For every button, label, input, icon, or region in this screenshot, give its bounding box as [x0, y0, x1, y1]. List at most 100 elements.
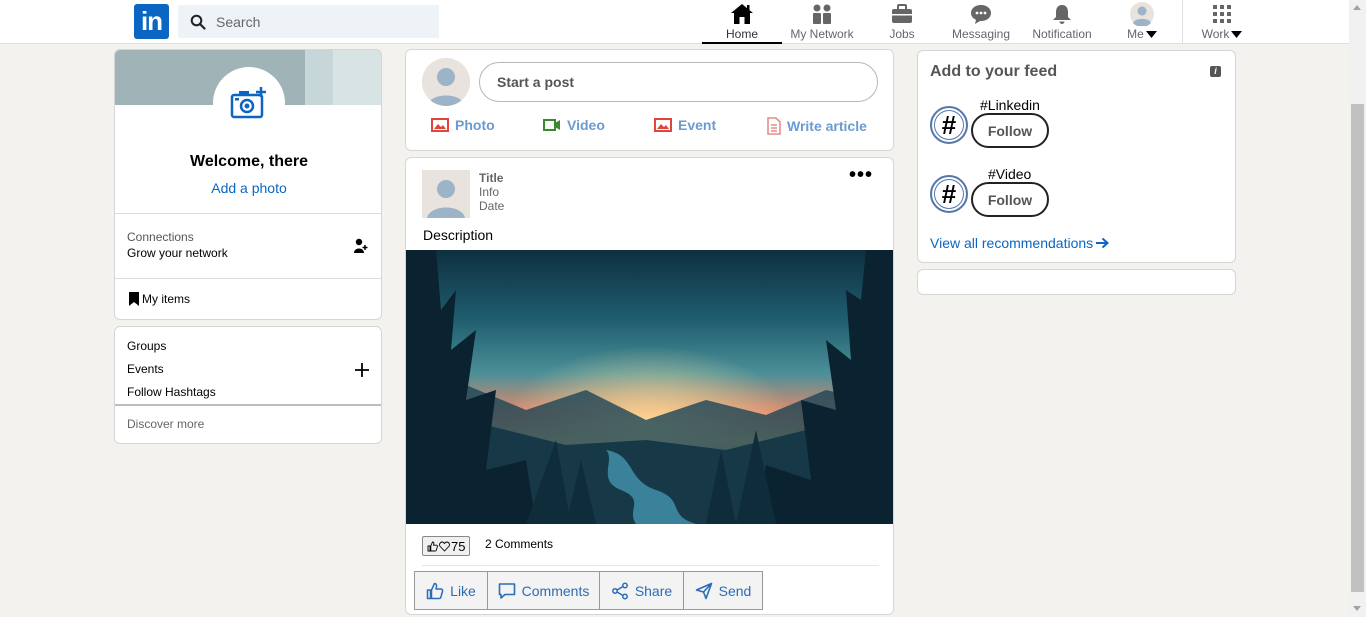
hashtag-name[interactable]: #Linkedin [980, 97, 1040, 113]
divider [115, 278, 381, 279]
divider [422, 565, 879, 566]
search-box[interactable] [178, 5, 439, 38]
nav-my-network-label: My Network [790, 27, 854, 41]
nav-my-network[interactable]: My Network [786, 0, 858, 44]
follow-button[interactable]: Follow [971, 113, 1049, 148]
write-article-action[interactable]: Write article [767, 117, 867, 135]
bookmark-icon [129, 292, 139, 306]
user-avatar [422, 58, 470, 106]
post-card: Title Info Date ••• Description 75 2 Com… [405, 157, 894, 615]
event-action[interactable]: Event [654, 117, 716, 133]
my-items-link[interactable]: My items [129, 292, 190, 306]
send-button[interactable]: Send [683, 571, 763, 610]
message-icon [971, 4, 991, 24]
network-icon [813, 4, 831, 24]
event-label: Event [678, 117, 717, 133]
my-items-label: My items [142, 292, 190, 306]
video-label: Video [567, 117, 605, 133]
caret-down-icon [1145, 30, 1157, 38]
nav-home[interactable]: Home [702, 0, 782, 44]
nav-work-label: Work [1202, 27, 1243, 41]
view-all-recommendations-link[interactable]: View all recommendations [930, 235, 1110, 251]
scroll-down-arrow[interactable] [1353, 606, 1361, 611]
discover-more-link[interactable]: Discover more [127, 417, 204, 431]
hashtag-name[interactable]: #Video [988, 166, 1031, 182]
welcome-text: Welcome, there [190, 153, 308, 170]
reactions-badge[interactable]: 75 [422, 536, 471, 556]
briefcase-icon [892, 3, 912, 23]
send-icon [695, 582, 712, 599]
nav-messaging[interactable]: Messaging [948, 0, 1014, 44]
post-date: Date [479, 199, 505, 213]
page-scrollbar[interactable] [1349, 0, 1366, 617]
event-icon [654, 118, 672, 132]
hashtag-icon: # [930, 106, 968, 144]
secondary-right-card [917, 269, 1236, 295]
nav-notification-label: Notification [1032, 27, 1092, 41]
follow-button[interactable]: Follow [971, 182, 1049, 217]
article-icon [767, 117, 781, 135]
view-all-label: View all recommendations [930, 235, 1094, 251]
avatar-icon [1130, 1, 1154, 26]
nav-jobs[interactable]: Jobs [881, 0, 923, 44]
caret-down-icon [1231, 30, 1243, 38]
photo-icon [431, 118, 449, 132]
camera-plus-icon [230, 87, 266, 119]
feed-title: Add to your feed [930, 63, 1058, 80]
grid-icon [1213, 4, 1231, 23]
nav-work[interactable]: Work [1196, 0, 1248, 44]
hashtag-icon: # [930, 175, 968, 213]
start-post-input[interactable]: Start a post [479, 62, 878, 102]
search-icon [190, 14, 206, 30]
linkedin-logo[interactable]: in [134, 4, 169, 39]
nav-me-label: Me [1127, 27, 1157, 41]
share-button[interactable]: Share [599, 571, 684, 610]
video-action[interactable]: Video [543, 117, 605, 133]
nav-messaging-label: Messaging [951, 27, 1011, 41]
connections-label[interactable]: Connections [127, 230, 194, 244]
comments-button[interactable]: Comments [487, 571, 600, 610]
nav-home-label: Home [725, 27, 758, 41]
post-image[interactable] [406, 250, 893, 524]
divider [115, 404, 381, 406]
scroll-thumb[interactable] [1351, 104, 1364, 592]
likes-count: 75 [451, 538, 466, 554]
nav-me[interactable]: Me [1120, 0, 1164, 44]
comment-icon [498, 582, 515, 599]
add-person-icon[interactable] [354, 238, 368, 254]
post-info: Info [479, 185, 500, 199]
send-label: Send [718, 582, 752, 599]
avatar-icon [422, 58, 470, 106]
follow-hashtags-link[interactable]: Follow Hashtags [127, 385, 216, 399]
bell-icon [1053, 4, 1071, 24]
share-icon [611, 582, 628, 599]
home-icon [731, 3, 753, 24]
post-author-avatar[interactable] [422, 170, 470, 218]
grow-network-text[interactable]: Grow your network [127, 246, 228, 260]
scroll-up-arrow[interactable] [1353, 5, 1361, 10]
divider [115, 213, 381, 214]
like-label: Like [450, 582, 476, 599]
arrow-right-icon [1096, 237, 1110, 249]
events-link[interactable]: Events [127, 362, 164, 376]
nav-divider [1182, 0, 1183, 44]
profile-avatar[interactable] [213, 67, 285, 139]
plus-icon[interactable] [355, 363, 369, 377]
like-button[interactable]: Like [414, 571, 488, 610]
heart-icon [439, 541, 450, 552]
groups-card: Groups Events Follow Hashtags Discover m… [114, 326, 382, 444]
more-options-icon[interactable]: ••• [849, 164, 873, 187]
add-to-feed-card: Add to your feed i # #Linkedin Follow # … [917, 50, 1236, 263]
groups-link[interactable]: Groups [127, 339, 166, 353]
video-icon [543, 119, 560, 131]
profile-card: Welcome, there Add a photo Connections G… [114, 49, 382, 320]
info-icon[interactable]: i [1210, 66, 1221, 77]
post-description: Description [423, 227, 494, 243]
comments-count[interactable]: 2 Comments [485, 537, 553, 551]
photo-action[interactable]: Photo [431, 117, 495, 133]
thumbs-up-icon [426, 582, 444, 599]
add-photo-link[interactable]: Add a photo [115, 180, 381, 196]
nav-notification[interactable]: Notification [1029, 0, 1095, 44]
search-input[interactable] [216, 13, 416, 30]
avatar-icon [422, 170, 470, 218]
